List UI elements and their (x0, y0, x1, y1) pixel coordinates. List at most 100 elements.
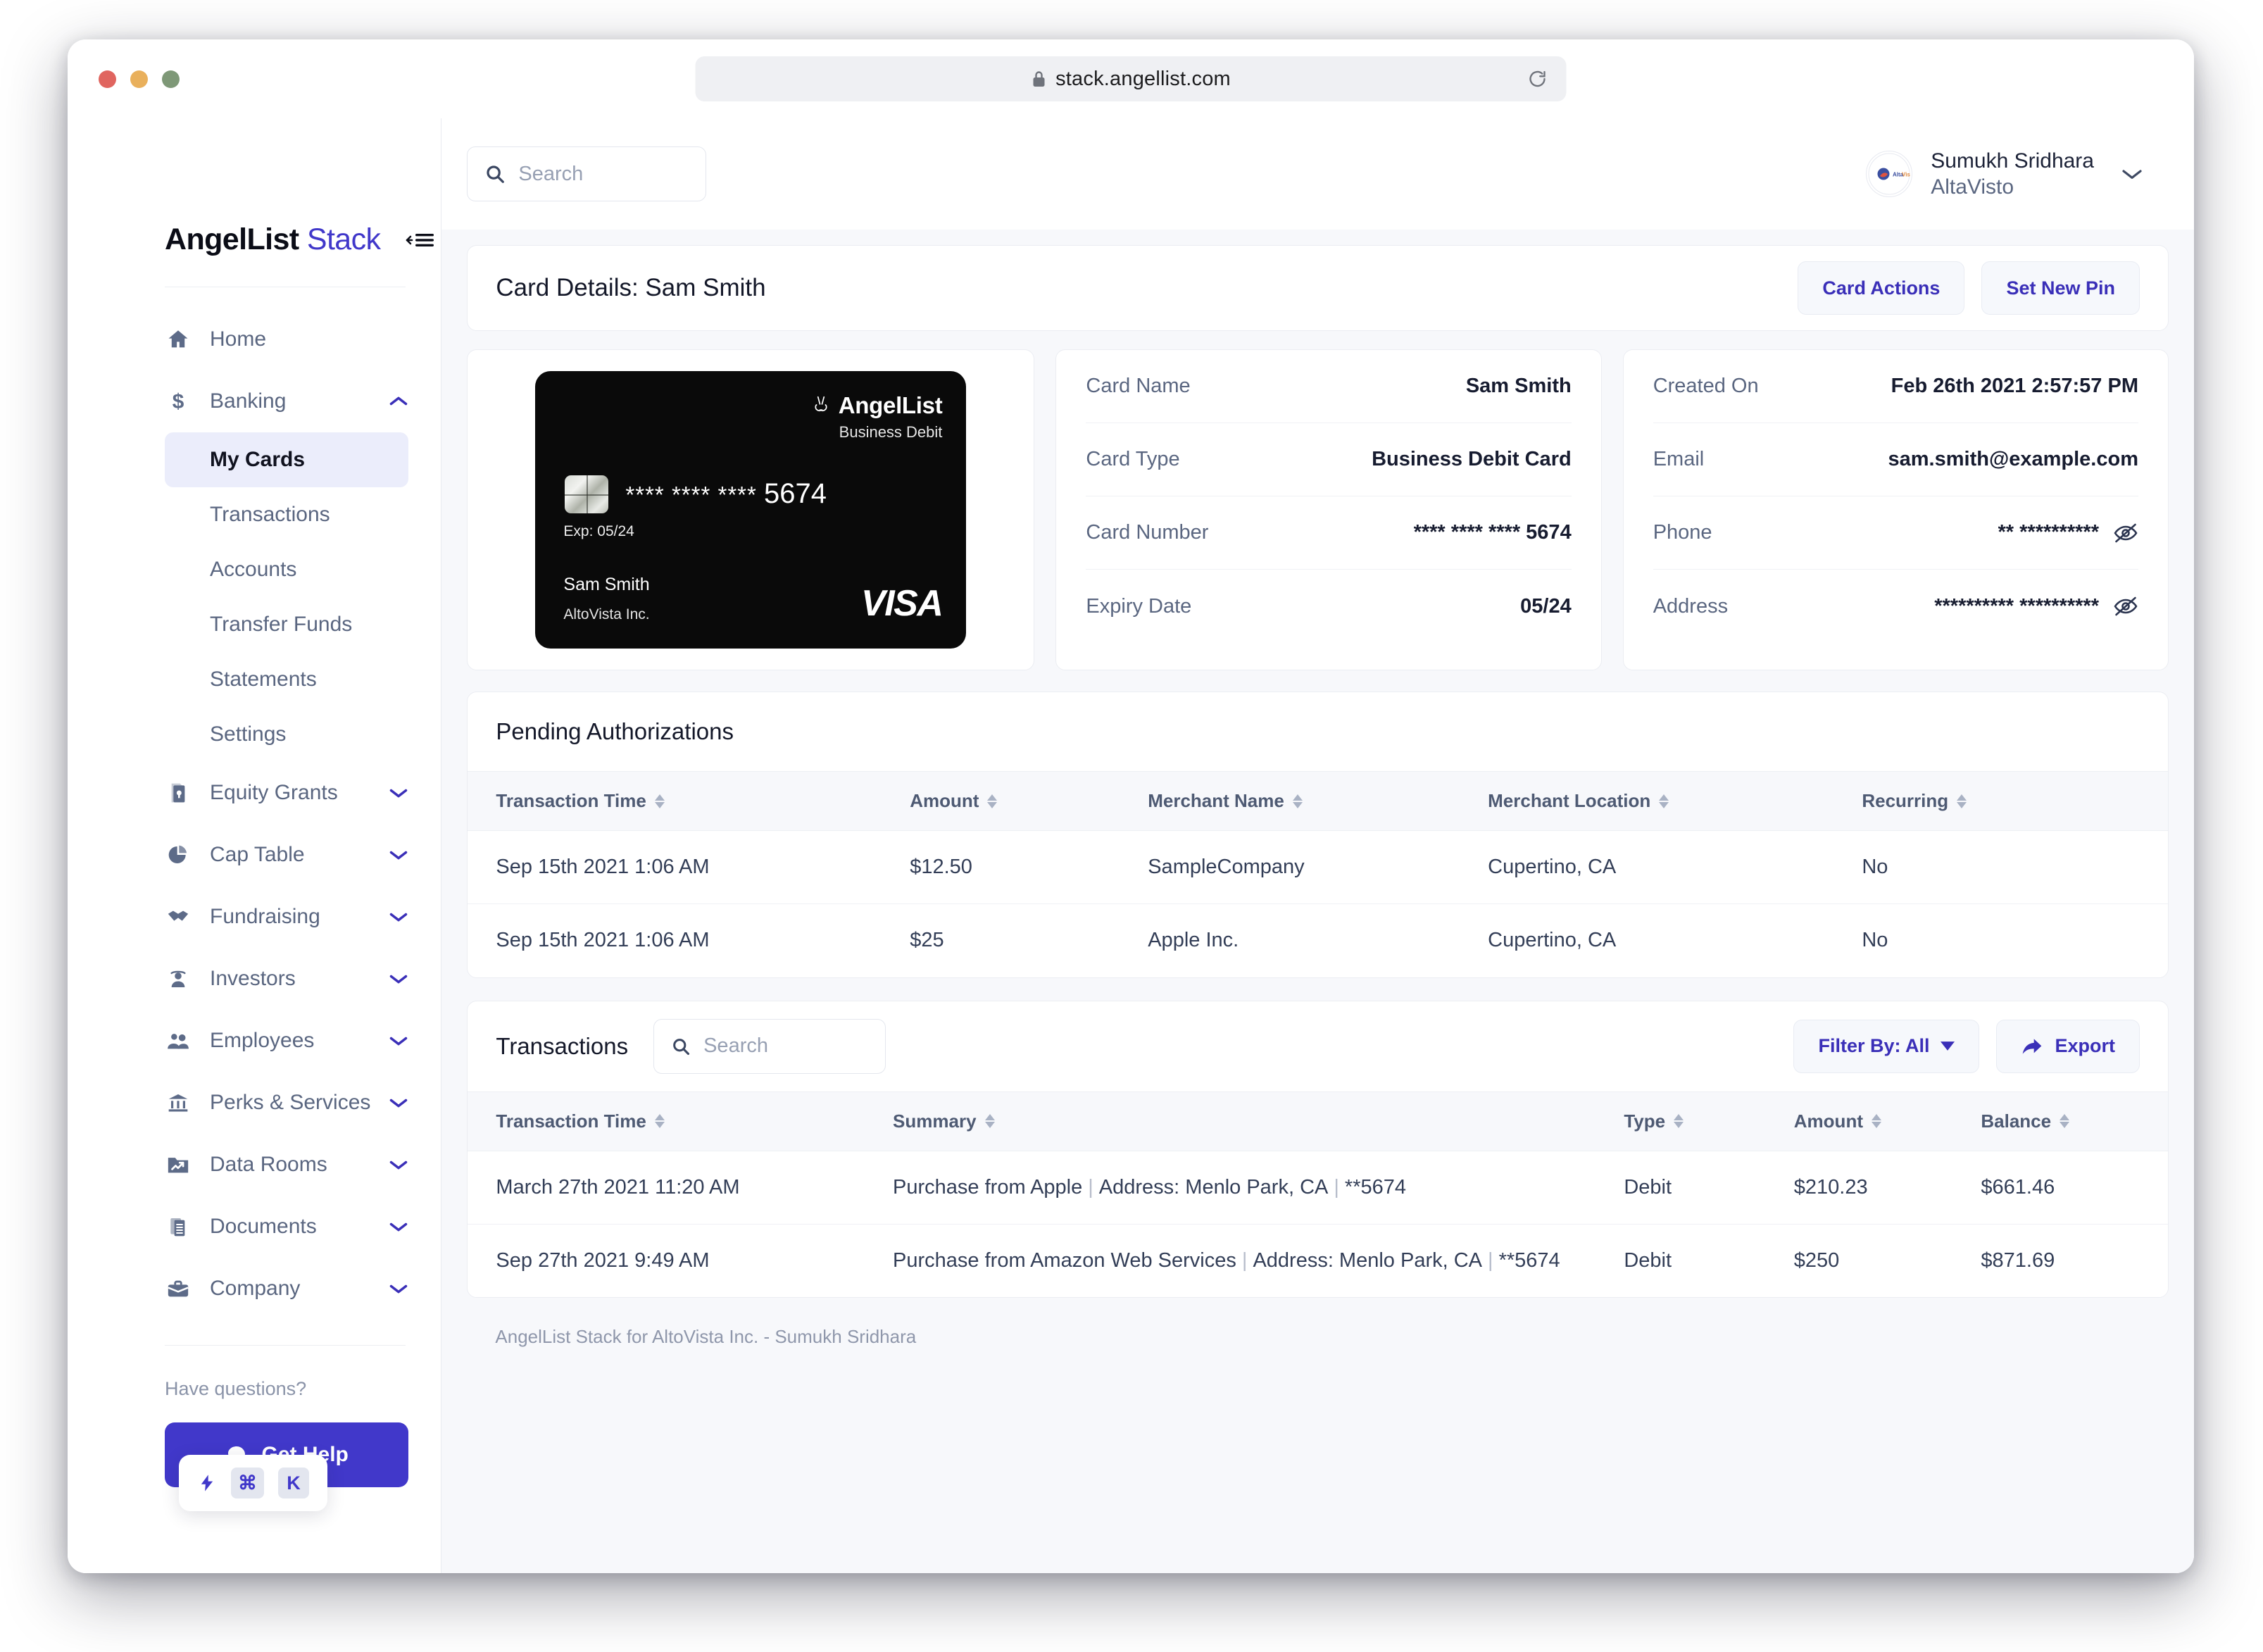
sort-icon[interactable] (654, 1114, 665, 1128)
column-header-merchant-location[interactable]: Merchant Location (1488, 771, 1862, 831)
column-header-balance[interactable]: Balance (1981, 1091, 2168, 1151)
sidebar-item-label-fundraising: Fundraising (210, 905, 320, 928)
sort-icon[interactable] (1292, 794, 1303, 808)
avatar: Alta Visto (1866, 151, 1913, 197)
sidebar-item-cap-table[interactable]: Cap Table (165, 824, 408, 886)
collapse-menu-icon[interactable] (404, 230, 435, 251)
share-arrow-icon (2021, 1037, 2043, 1056)
table-row[interactable]: Sep 27th 2021 9:49 AM Purchase from Amaz… (468, 1224, 2168, 1297)
sidebar-item-transfer-funds[interactable]: Transfer Funds (165, 597, 408, 652)
sidebar-item-accounts[interactable]: Accounts (165, 542, 408, 597)
reload-icon[interactable] (1526, 67, 1550, 91)
chevron-down-icon[interactable] (389, 1282, 408, 1295)
sort-icon[interactable] (1659, 794, 1669, 808)
sort-icon[interactable] (1674, 1114, 1684, 1128)
card-expiry-display: Exp: 05/24 (563, 523, 634, 539)
summary-card: **5674 (1498, 1249, 1560, 1272)
sidebar-item-my-cards[interactable]: My Cards (165, 432, 409, 487)
chevron-down-icon[interactable] (2121, 167, 2143, 181)
sidebar-item-perks-services[interactable]: Perks & Services (165, 1072, 408, 1134)
summary-separator: | (1334, 1175, 1339, 1199)
column-header-transaction-time[interactable]: Transaction Time (468, 771, 910, 831)
window-traffic-lights[interactable] (99, 70, 180, 88)
shortcut-key-cmd[interactable]: ⌘ (231, 1468, 264, 1498)
cell-recurring: No (1862, 830, 2168, 904)
top-bar: Search Alta Visto (441, 118, 2194, 230)
filter-by-button[interactable]: Filter By: All (1793, 1019, 1980, 1073)
transactions-search-placeholder: Search (703, 1034, 768, 1057)
sidebar-item-fundraising[interactable]: Fundraising (165, 886, 408, 948)
profile-menu[interactable]: Alta Visto Sumukh Sridhara AltaVisto (1866, 148, 2143, 201)
sidebar-item-equity-grants[interactable]: Equity Grants (165, 762, 408, 824)
sidebar-item-home[interactable]: Home (165, 308, 408, 370)
chevron-down-icon[interactable] (389, 1158, 408, 1171)
table-row[interactable]: March 27th 2021 11:20 AM Purchase from A… (468, 1151, 2168, 1225)
column-header-summary[interactable]: Summary (893, 1091, 1624, 1151)
chevron-down-icon[interactable] (389, 1220, 408, 1233)
global-search-input[interactable]: Search (467, 146, 707, 201)
chevron-down-icon[interactable] (389, 972, 408, 985)
table-row[interactable]: Sep 15th 2021 1:06 AM $12.50 SampleCompa… (468, 830, 2168, 904)
maximize-window-button[interactable] (162, 70, 180, 88)
browser-window: stack.angellist.com AngelList Stack Home… (68, 39, 2194, 1573)
address-bar[interactable]: stack.angellist.com (695, 56, 1567, 101)
column-header-recurring[interactable]: Recurring (1862, 771, 2168, 831)
toggle-address-visibility-icon[interactable] (2113, 596, 2138, 617)
chevron-down-icon[interactable] (389, 1096, 408, 1109)
column-header-type[interactable]: Type (1624, 1091, 1794, 1151)
certificate-icon (165, 782, 192, 804)
sidebar-item-data-rooms[interactable]: Data Rooms (165, 1134, 408, 1196)
cell-amount: $250 (1793, 1224, 1981, 1297)
column-header-amount[interactable]: Amount (910, 771, 1148, 831)
sort-icon[interactable] (1957, 794, 1967, 808)
column-header-merchant-name[interactable]: Merchant Name (1148, 771, 1488, 831)
sort-icon[interactable] (1871, 1114, 1881, 1128)
card-actions-button[interactable]: Card Actions (1798, 261, 1965, 315)
sidebar-item-employees[interactable]: Employees (165, 1010, 408, 1072)
sidebar-item-label-employees: Employees (210, 1029, 315, 1052)
sidebar-item-transactions[interactable]: Transactions (165, 487, 408, 542)
keyboard-shortcut-widget[interactable]: ⌘ K (179, 1455, 327, 1511)
card-org-name: AltoVista Inc. (563, 606, 650, 622)
sidebar-brand[interactable]: AngelList Stack (68, 118, 441, 257)
documents-icon (165, 1215, 192, 1238)
toggle-phone-visibility-icon[interactable] (2113, 522, 2138, 544)
column-header-amount[interactable]: Amount (1793, 1091, 1981, 1151)
chevron-down-icon[interactable] (389, 849, 408, 861)
profile-org: AltaVisto (1931, 175, 2014, 199)
investor-icon (165, 968, 192, 990)
visa-logo: VISA (861, 583, 944, 624)
chevron-down-icon[interactable] (389, 911, 408, 923)
sort-icon[interactable] (2060, 1114, 2070, 1128)
detail-value: 05/24 (1520, 594, 1572, 618)
sidebar-item-statements[interactable]: Statements (165, 652, 408, 707)
minimize-window-button[interactable] (130, 70, 148, 88)
table-row[interactable]: Sep 15th 2021 1:06 AM $25 Apple Inc. Cup… (468, 903, 2168, 977)
sort-icon[interactable] (987, 794, 998, 808)
cell-merchant-location: Cupertino, CA (1488, 830, 1862, 904)
sidebar-item-investors[interactable]: Investors (165, 948, 408, 1010)
desktop-backdrop: stack.angellist.com AngelList Stack Home… (0, 0, 2263, 1652)
sidebar-item-settings[interactable]: Settings (165, 707, 408, 762)
transactions-search-input[interactable]: Search (653, 1018, 886, 1074)
app-body: AngelList Stack Home $ Banking My Cards … (68, 118, 2194, 1573)
chevron-down-icon[interactable] (389, 1034, 408, 1047)
shortcut-key-k[interactable]: K (278, 1468, 309, 1498)
sort-icon[interactable] (984, 1114, 995, 1128)
main-content: Search Alta Visto (441, 118, 2194, 1573)
close-window-button[interactable] (99, 70, 116, 88)
column-label: Recurring (1862, 790, 1949, 811)
column-label: Summary (893, 1110, 977, 1132)
chevron-up-icon[interactable] (389, 395, 408, 408)
set-new-pin-button[interactable]: Set New Pin (1981, 261, 2140, 315)
pie-chart-icon (165, 844, 192, 866)
sort-icon[interactable] (654, 794, 665, 808)
detail-label: Card Number (1086, 521, 1209, 544)
sidebar-item-company[interactable]: Company (165, 1258, 408, 1320)
column-header-transaction-time[interactable]: Transaction Time (468, 1091, 894, 1151)
export-button[interactable]: Export (1996, 1019, 2140, 1073)
chevron-down-icon[interactable] (389, 787, 408, 799)
search-icon (671, 1037, 691, 1056)
sidebar-item-banking[interactable]: $ Banking (165, 370, 408, 432)
sidebar-item-documents[interactable]: Documents (165, 1196, 408, 1258)
